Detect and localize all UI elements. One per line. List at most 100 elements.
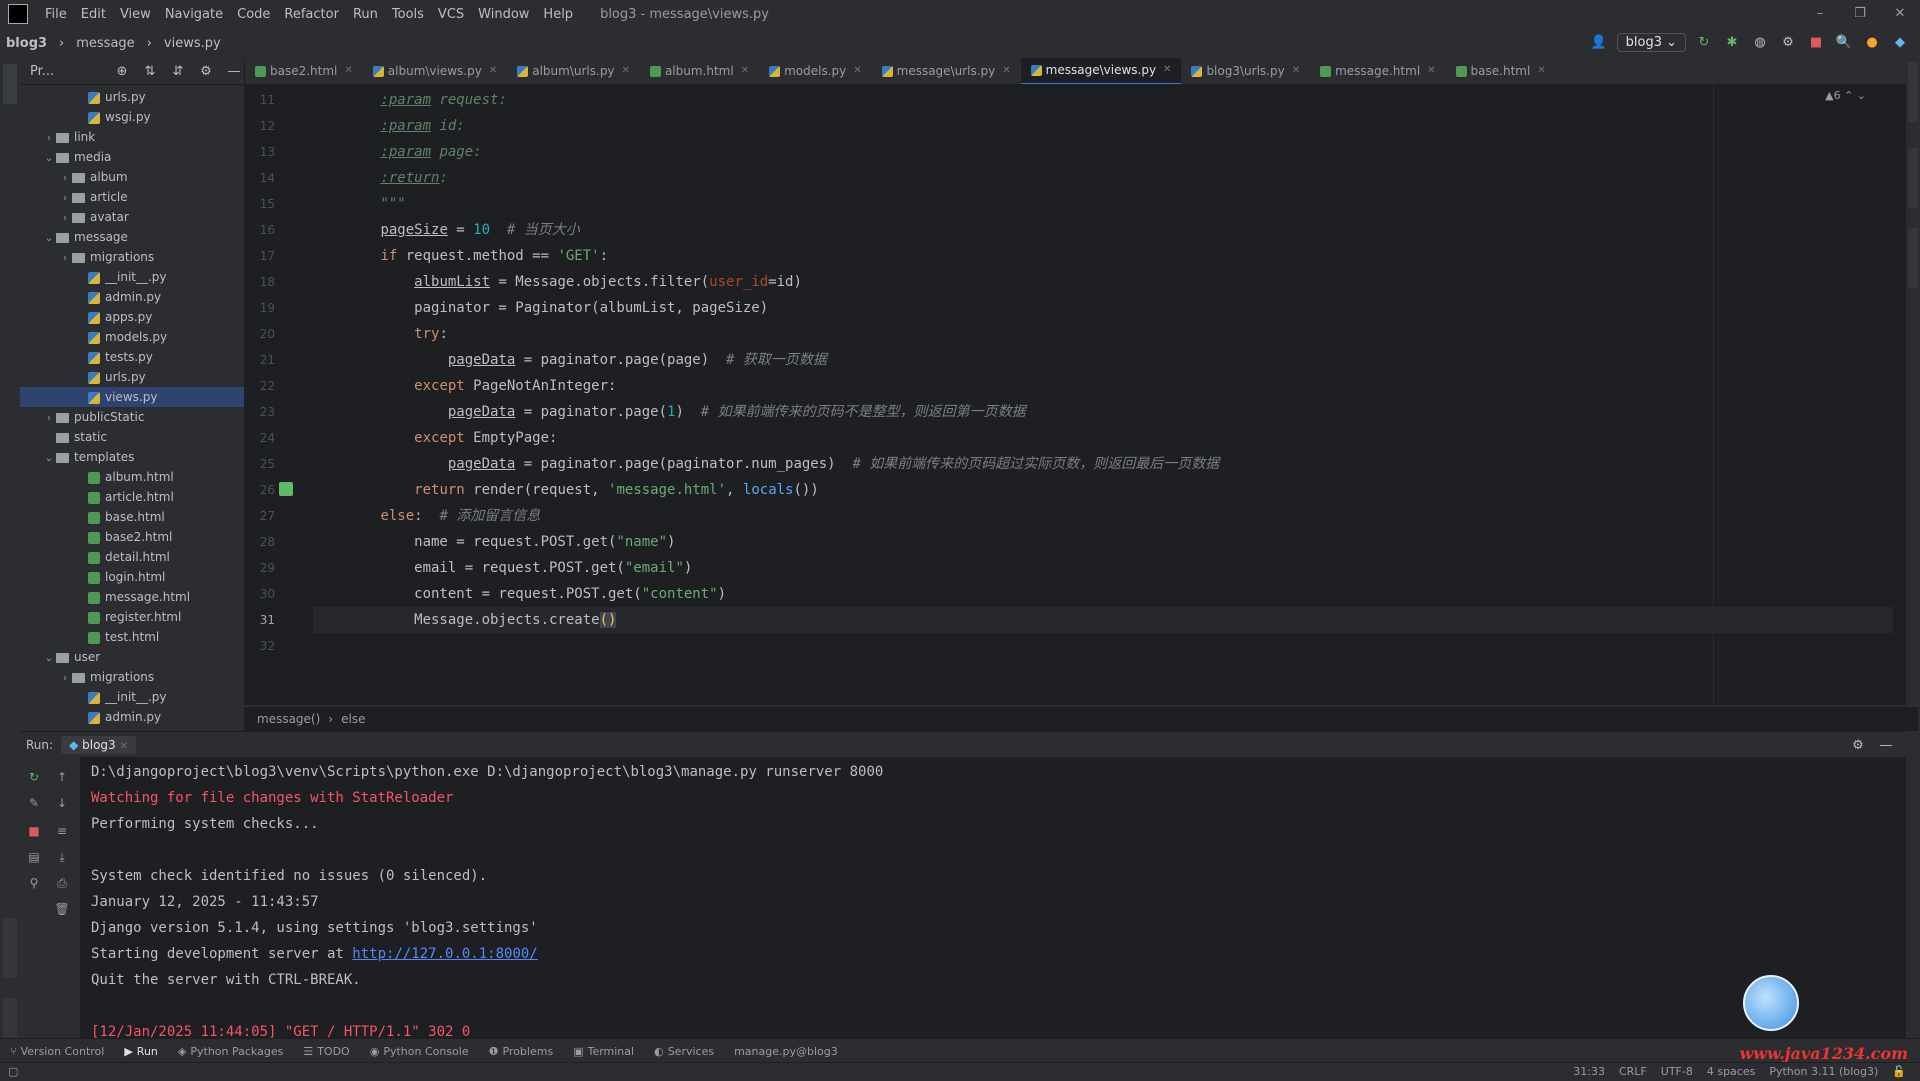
code-line[interactable]: except EmptyPage: (313, 425, 557, 451)
close-tab-icon[interactable]: ✕ (1537, 58, 1545, 84)
menu-vcs[interactable]: VCS (431, 7, 471, 22)
toolwindow-button[interactable]: ▶ Run (114, 1045, 168, 1058)
editor-tab[interactable]: message\views.py ✕ (1020, 58, 1182, 84)
close-window-button[interactable]: ✕ (1880, 0, 1920, 28)
indent-setting[interactable]: 4 spaces (1707, 1065, 1756, 1078)
scroll-down-icon[interactable]: ↓ (54, 795, 70, 811)
nav-project[interactable]: blog3 (0, 36, 53, 51)
toolwindow-button[interactable]: manage.py@blog3 (724, 1045, 848, 1058)
editor-tab[interactable]: base2.html ✕ (245, 58, 363, 84)
nav-file[interactable]: views.py (158, 36, 227, 51)
stop-icon[interactable]: ■ (1806, 32, 1826, 52)
chevron-right-icon[interactable]: › (42, 409, 56, 429)
code-line[interactable]: pageData = paginator.page(1) # 如果前端传来的页码… (313, 399, 1026, 425)
menu-help[interactable]: Help (536, 7, 580, 22)
menu-window[interactable]: Window (471, 7, 536, 22)
editor-tab[interactable]: models.py ✕ (759, 58, 872, 84)
tree-item[interactable]: base.html (20, 507, 244, 527)
run-settings-gear-icon[interactable]: ⚙ (1848, 735, 1868, 755)
tree-item[interactable]: › article (20, 187, 244, 207)
tree-item[interactable]: static (20, 427, 244, 447)
chevron-right-icon[interactable]: › (58, 249, 72, 269)
tree-item[interactable]: register.html (20, 607, 244, 627)
soft-wrap-icon[interactable]: ≡ (54, 823, 70, 839)
clear-all-icon[interactable]: 🗑 (54, 901, 70, 917)
code-line[interactable]: :param request: (313, 87, 506, 113)
menu-code[interactable]: Code (230, 7, 277, 22)
server-url-link[interactable]: http://127.0.0.1:8000/ (352, 946, 537, 962)
tree-item[interactable]: article.html (20, 487, 244, 507)
inspection-warnings-badge[interactable]: ▲6 ⌃ ⌄ (1825, 89, 1866, 102)
minimize-button[interactable]: – (1800, 0, 1840, 28)
close-tab-icon[interactable]: ✕ (1292, 58, 1300, 84)
chevron-right-icon[interactable]: › (42, 129, 56, 149)
close-tab-icon[interactable]: ✕ (489, 58, 497, 84)
tree-item[interactable]: apps.py (20, 307, 244, 327)
tree-item[interactable]: › publicStatic (20, 407, 244, 427)
close-tab-icon[interactable]: ✕ (622, 58, 630, 84)
chevron-down-icon[interactable]: ⌄ (42, 649, 56, 669)
code-line[interactable]: email = request.POST.get("email") (313, 555, 692, 581)
tree-item[interactable]: ⌄ templates (20, 447, 244, 467)
tree-item[interactable]: album.html (20, 467, 244, 487)
expand-all-icon[interactable]: ⇅ (140, 61, 160, 81)
maximize-button[interactable]: ❐ (1840, 0, 1880, 28)
tree-item[interactable]: ⌄ user (20, 647, 244, 667)
sciview-tool-icon[interactable] (1908, 148, 1918, 208)
breadcrumb-block[interactable]: else (341, 712, 365, 726)
tree-item[interactable]: message.html (20, 587, 244, 607)
tree-item[interactable]: detail.html (20, 547, 244, 567)
scroll-up-icon[interactable]: ↑ (54, 769, 70, 785)
chevron-down-icon[interactable]: ⌄ (42, 449, 56, 469)
editor-tab[interactable]: album\urls.py ✕ (507, 58, 640, 84)
code-line[interactable]: :param page: (313, 139, 481, 165)
close-tab-icon[interactable]: ✕ (853, 58, 861, 84)
close-tab-icon[interactable]: ✕ (344, 58, 352, 84)
scroll-to-end-icon[interactable]: ⤓ (54, 849, 70, 865)
menu-navigate[interactable]: Navigate (158, 7, 230, 22)
close-tab-icon[interactable]: ✕ (741, 58, 749, 84)
editor-tab[interactable]: message\urls.py ✕ (872, 58, 1021, 84)
toolwindow-button[interactable]: ⑂ Version Control (0, 1045, 114, 1058)
tree-item[interactable]: __init__.py (20, 267, 244, 287)
run-gutter-icon[interactable] (279, 482, 293, 496)
code-line[interactable]: albumList = Message.objects.filter(user_… (313, 269, 802, 295)
code-line[interactable]: pageData = paginator.page(page) # 获取一页数据 (313, 347, 827, 373)
menu-refactor[interactable]: Refactor (277, 7, 346, 22)
code-editor[interactable]: 11 12 13 14 15 16 17 18 19 20 21 22 23 24 25 26 27 28 29 30… (245, 85, 1906, 705)
code-line[interactable]: pageSize = 10 # 当页大小 (313, 217, 579, 243)
code-line[interactable]: pageData = paginator.page(paginator.num_… (313, 451, 1219, 477)
stop-icon[interactable]: ■ (26, 823, 42, 839)
status-icon[interactable]: ▢ (8, 1065, 18, 1078)
chevron-right-icon[interactable]: › (58, 669, 72, 689)
code-line[interactable]: name = request.POST.get("name") (313, 529, 675, 555)
toolwindow-button[interactable]: ◉ Python Console (360, 1045, 479, 1058)
tree-item[interactable]: admin.py (20, 287, 244, 307)
code-line[interactable]: content = request.POST.get("content") (313, 581, 726, 607)
run-tab[interactable]: ◆ blog3 ✕ (61, 736, 136, 754)
editor-tab[interactable]: album.html ✕ (640, 58, 759, 84)
tree-item[interactable]: urls.py (20, 87, 244, 107)
chevron-right-icon[interactable]: › (58, 209, 72, 229)
code-line[interactable]: if request.method == 'GET': (313, 243, 608, 269)
line-separator[interactable]: CRLF (1619, 1065, 1647, 1078)
editor-tab[interactable]: message.html ✕ (1310, 58, 1445, 84)
project-panel-title[interactable]: Pr... (30, 64, 54, 79)
code-line[interactable]: :param id: (313, 113, 464, 139)
rerun-icon[interactable]: ↻ (26, 769, 42, 785)
tree-item[interactable]: › migrations (20, 667, 244, 687)
layout-icon[interactable]: ▤ (26, 849, 42, 865)
code-line[interactable]: else: # 添加留言信息 (313, 503, 540, 529)
run-config-select[interactable]: blog3 ⌄ (1616, 32, 1686, 52)
caret-position[interactable]: 31:33 (1573, 1065, 1605, 1078)
floating-avatar[interactable] (1743, 975, 1799, 1031)
code-line[interactable]: return render(request, 'message.html', l… (313, 477, 819, 503)
editor-tab[interactable]: album\views.py ✕ (363, 58, 507, 84)
lock-icon[interactable]: 🔓 (1892, 1065, 1906, 1078)
tree-item[interactable]: ⌄ media (20, 147, 244, 167)
tree-item[interactable]: ⌄ message (20, 227, 244, 247)
project-tool-icon[interactable] (3, 64, 17, 104)
rerun-icon[interactable]: ↻ (1694, 32, 1714, 52)
update-icon[interactable]: ● (1862, 32, 1882, 52)
code-area[interactable]: :param request: :param id: :param page: … (313, 85, 1893, 705)
